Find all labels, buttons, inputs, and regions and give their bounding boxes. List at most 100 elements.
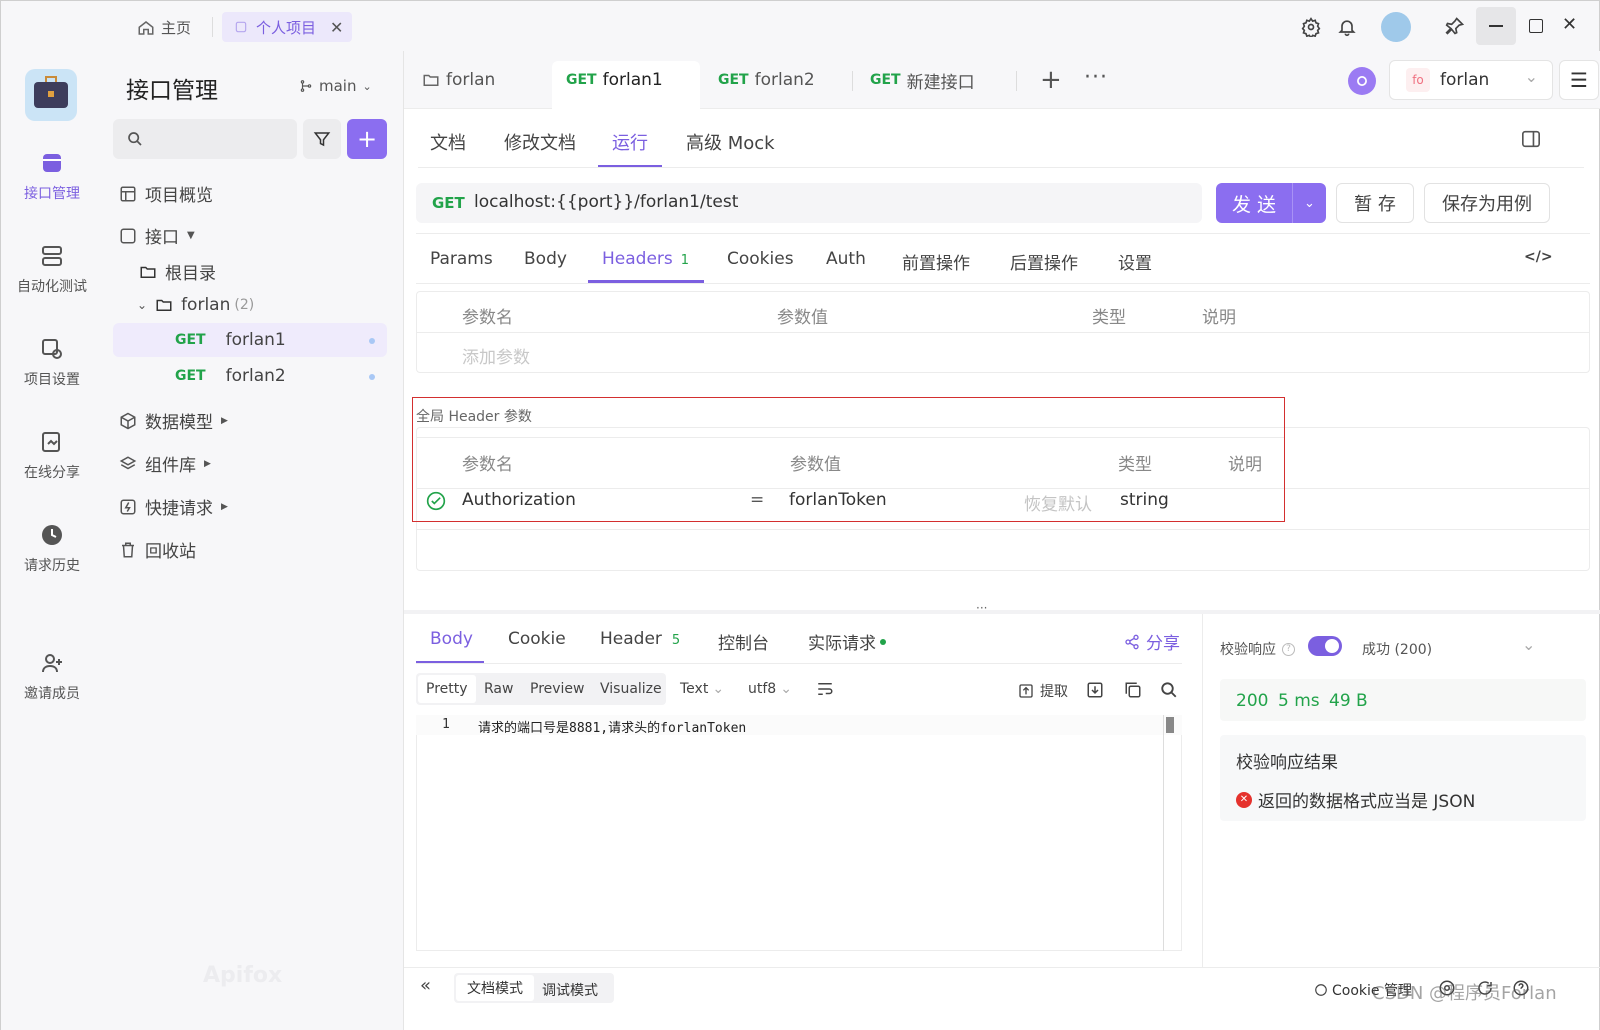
window-close-button[interactable]: ✕ [1562,14,1577,35]
tab-new-api[interactable]: GET 新建接口 [870,51,975,109]
rail-auto-test[interactable]: 自动化测试 [1,244,103,296]
add-button[interactable]: + [347,119,387,159]
rail-invite-member[interactable]: 邀请成员 [1,651,103,703]
subtab-run[interactable]: 运行 [612,129,648,155]
view-visualize[interactable]: Visualize [600,681,662,697]
home-tab[interactable]: 主页 [137,17,191,38]
response-body-editor[interactable] [416,715,1182,951]
resp-tab-console[interactable]: 控制台 [718,629,769,654]
save-as-case-button[interactable]: 保存为用例 [1424,183,1550,223]
method-select[interactable]: GET [432,194,465,212]
column-header-name: 参数名 [462,455,513,475]
view-pretty[interactable]: Pretty [426,681,468,697]
resp-tab-header[interactable]: Header 5 [600,629,680,649]
branch-selector[interactable]: main ⌄ [299,77,372,95]
nav-folder-forlan[interactable]: ⌄ forlan (2) [137,295,254,315]
project-tab[interactable]: 个人项目 ✕ [222,12,352,42]
minimize-button[interactable] [1476,7,1516,45]
nav-interfaces[interactable]: 接口 ▼ [119,223,195,248]
tab-label: forlan2 [754,70,815,90]
more-tabs-button[interactable]: ··· [1084,65,1108,90]
add-tab-button[interactable]: + [1040,65,1062,95]
resize-splitter[interactable] [404,610,1600,614]
debug-mode-button[interactable]: 调试模式 [542,980,598,1000]
subtab-doc[interactable]: 文档 [430,129,466,155]
project-logo[interactable] [25,69,77,121]
pin-icon[interactable] [1445,16,1465,36]
bell-icon[interactable] [1337,16,1357,38]
wrap-icon[interactable] [816,681,834,697]
tab-settings[interactable]: 设置 [1118,249,1152,274]
settings-icon[interactable] [1301,17,1321,37]
encoding-label: utf8 [748,681,777,697]
subtab-mock[interactable]: 高级 Mock [686,129,775,155]
view-raw[interactable]: Raw [484,681,513,697]
rail-api-management[interactable]: 接口管理 [1,151,103,203]
subtab-edit-doc[interactable]: 修改文档 [504,129,576,155]
share-button[interactable]: 分享 [1124,629,1180,654]
filter-button[interactable] [303,119,341,159]
help-icon[interactable]: ? [1282,642,1295,656]
tab-auth[interactable]: Auth [826,249,866,269]
nav-data-models[interactable]: 数据模型 ▶ [119,408,228,433]
user-avatar[interactable] [1381,12,1411,42]
resp-tab-body[interactable]: Body [430,629,473,649]
extract-button[interactable]: 提取 [1018,681,1068,701]
view-preview[interactable]: Preview [530,681,585,697]
resp-tab-actual-request[interactable]: 实际请求 [808,629,886,654]
send-options-button[interactable]: ⌄ [1293,183,1326,223]
send-button[interactable]: 发 送 [1216,183,1292,223]
nav-project-overview[interactable]: 项目概览 [119,181,213,206]
close-icon[interactable]: ✕ [330,18,343,37]
nav-api-forlan2[interactable]: GET forlan2 [175,366,286,386]
add-param-input[interactable]: 添加参数 [462,343,530,368]
encoding-select[interactable]: utf8 ⌄ [748,681,792,697]
tab-pre-processors[interactable]: 前置操作 [902,249,970,274]
validate-toggle[interactable] [1308,636,1342,656]
collapse-sidebar-button[interactable]: « [420,975,431,996]
code-icon[interactable]: </> [1524,249,1553,265]
nav-components[interactable]: 组件库 ▶ [119,451,211,476]
tab-label: forlan [446,70,496,90]
doc-mode-button[interactable]: 文档模式 [456,975,534,1001]
tab-forlan[interactable]: forlan [422,51,495,109]
maximize-button[interactable] [1529,19,1543,33]
resp-tab-cookie[interactable]: Cookie [508,629,566,649]
environment-selector[interactable]: fo forlan ⌄ [1389,60,1553,100]
check-circle-icon[interactable] [426,491,446,511]
menu-button[interactable]: ☰ [1559,60,1599,100]
tab-forlan1[interactable]: GET forlan1 [566,51,663,109]
search-icon[interactable] [1160,681,1178,699]
tab-cookies[interactable]: Cookies [727,249,794,269]
download-icon[interactable] [1086,681,1104,699]
nav-recycle-bin[interactable]: 回收站 [119,537,196,562]
copy-icon[interactable] [1124,681,1142,699]
tab-headers[interactable]: Headers 1 [602,249,689,269]
tab-params[interactable]: Params [430,249,493,269]
tab-post-processors[interactable]: 后置操作 [1010,249,1078,274]
tab-forlan2[interactable]: GET forlan2 [718,51,815,109]
chevron-down-icon[interactable]: ⌄ [1522,635,1535,654]
sync-button[interactable] [1348,67,1376,95]
restore-default-link[interactable]: 恢复默认 [1024,490,1092,515]
tab-body[interactable]: Body [524,249,567,269]
format-select[interactable]: Text ⌄ [680,681,724,697]
scrollbar-thumb[interactable] [1166,717,1174,733]
rail-project-settings[interactable]: 项目设置 [1,337,103,389]
rail-online-share[interactable]: 在线分享 [1,430,103,482]
more-icon: ··· [1084,65,1108,90]
scrollbar-track[interactable] [1163,715,1164,951]
nav-quick-requests[interactable]: 快捷请求 ▶ [119,494,228,519]
method-badge: GET [566,72,597,88]
panel-toggle-icon[interactable] [1521,130,1541,148]
url-input[interactable]: localhost:{{port}}/forlan1/test [474,192,738,212]
save-draft-button[interactable]: 暂 存 [1336,183,1414,223]
drag-handle-icon[interactable]: ··· [976,601,987,615]
nav-root-dir[interactable]: 根目录 [139,259,216,284]
search-input[interactable] [113,119,297,159]
filter-icon [313,132,331,147]
validate-status-select[interactable]: 成功 (200) [1362,639,1432,659]
nav-api-forlan1[interactable]: GET forlan1 [175,330,286,350]
divider [1202,614,1203,968]
rail-request-history[interactable]: 请求历史 [1,523,103,575]
